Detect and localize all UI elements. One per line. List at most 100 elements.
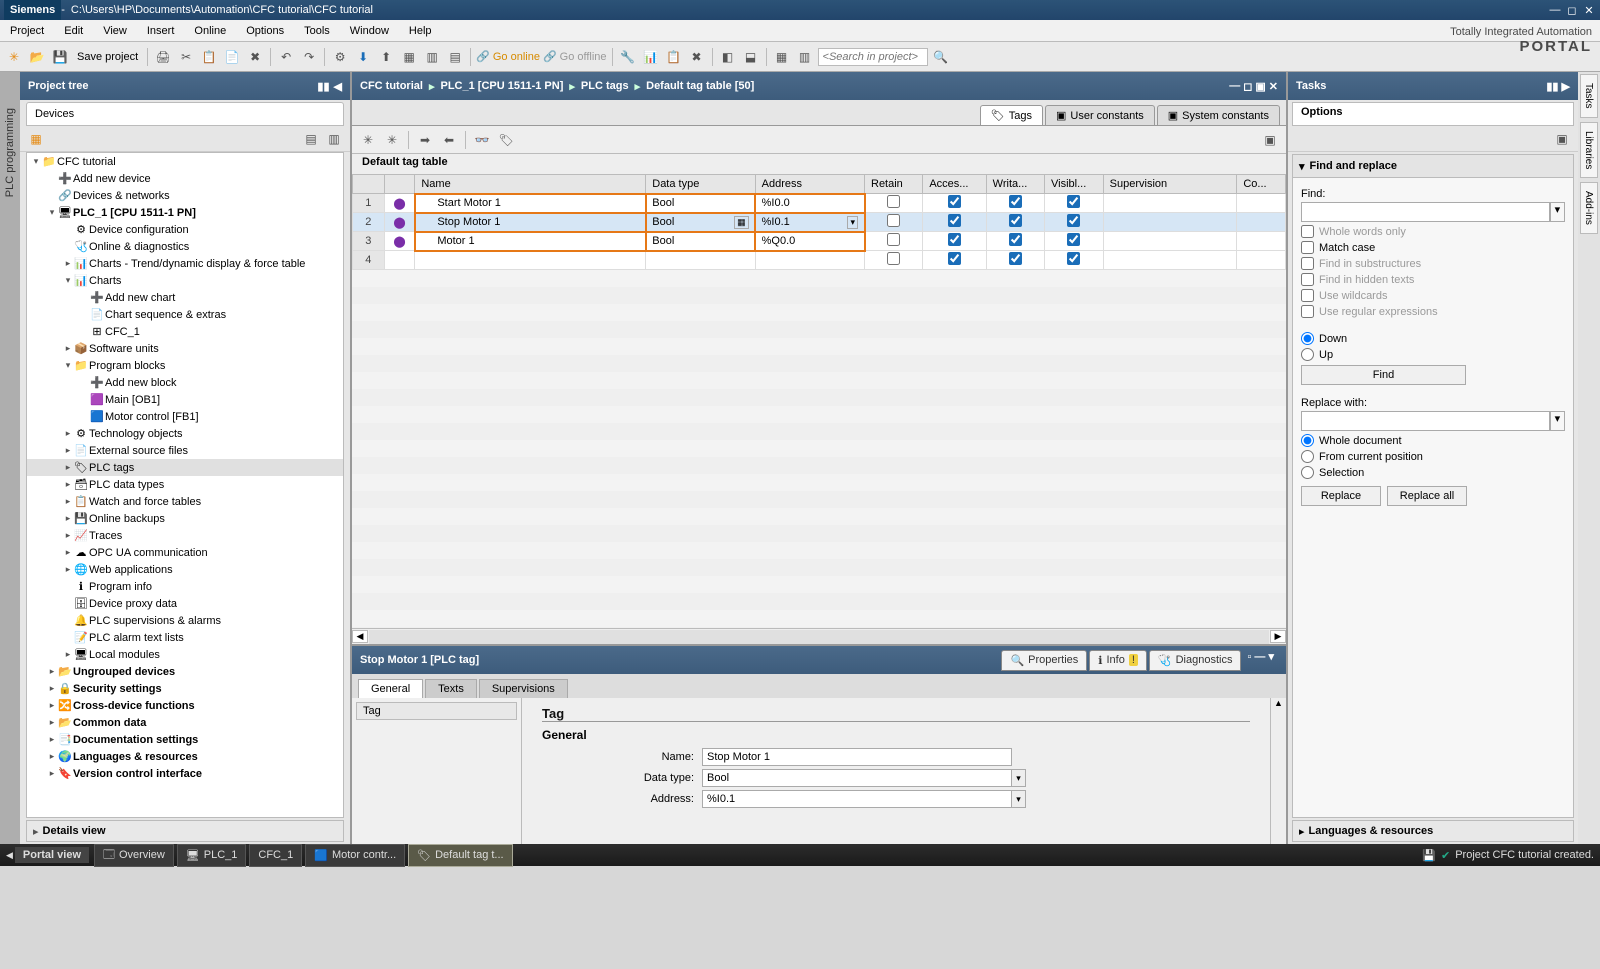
find-sub-checkbox[interactable] <box>1301 257 1314 270</box>
tree-item[interactable]: ▸⚙Technology objects <box>27 425 343 442</box>
save-icon[interactable]: 💾 <box>50 47 70 67</box>
search-project-input[interactable] <box>818 48 928 66</box>
accessible-checkbox[interactable] <box>948 233 961 246</box>
editor-tool-3-icon[interactable]: ➡ <box>415 130 435 150</box>
copy-icon[interactable]: 📋 <box>199 47 219 67</box>
find-dropdown-icon[interactable]: ▾ <box>1550 202 1565 222</box>
tab-tags[interactable]: 🏷 Tags <box>980 105 1043 125</box>
find-replace-header[interactable]: ▾Find and replace <box>1292 154 1574 178</box>
go-online-button[interactable]: 🔗 Go online <box>476 50 540 63</box>
tool-icon-1[interactable]: ▦ <box>399 47 419 67</box>
find-hidden-checkbox[interactable] <box>1301 273 1314 286</box>
tasks-pin-icon[interactable]: ▮▮ ▶ <box>1546 80 1570 93</box>
tool-icon-3[interactable]: ▤ <box>445 47 465 67</box>
editor-tool-4-icon[interactable]: ⬅ <box>439 130 459 150</box>
vtab-libraries[interactable]: Libraries <box>1580 122 1598 178</box>
taskbar-button[interactable]: 🗔Overview <box>94 844 174 867</box>
editor-max-icon[interactable]: ◻ <box>1243 80 1252 93</box>
collapse-panel-icon[interactable]: ▮▮ <box>317 80 329 93</box>
replace-dropdown-icon[interactable]: ▾ <box>1550 411 1565 431</box>
visible-checkbox[interactable] <box>1067 195 1080 208</box>
search-go-icon[interactable]: 🔍 <box>931 47 951 67</box>
tree-item[interactable]: ▸📋Watch and force tables <box>27 493 343 510</box>
tool-icon-4[interactable]: 🔧 <box>618 47 638 67</box>
editor-close-icon[interactable]: ✕ <box>1269 80 1278 93</box>
accessible-checkbox[interactable] <box>948 195 961 208</box>
undo-icon[interactable]: ↶ <box>276 47 296 67</box>
tag-table-grid[interactable]: NameData typeAddressRetainAcces...Writa.… <box>352 174 1286 270</box>
tree-item[interactable]: ▸📦Software units <box>27 340 343 357</box>
tab-properties[interactable]: 🔍 Properties <box>1001 650 1087 671</box>
field-type-input[interactable] <box>702 769 1012 787</box>
details-view-bar[interactable]: Details view <box>26 820 344 842</box>
open-project-icon[interactable]: 📂 <box>27 47 47 67</box>
menu-project[interactable]: Project <box>0 20 54 41</box>
tree-item[interactable]: ➕Add new device <box>27 170 343 187</box>
tree-item[interactable]: ⚙Device configuration <box>27 221 343 238</box>
tool-icon-5[interactable]: 📊 <box>641 47 661 67</box>
split-h-icon[interactable]: ◧ <box>718 47 738 67</box>
find-button[interactable]: Find <box>1301 365 1466 385</box>
inspector-nav[interactable]: Tag <box>352 698 522 844</box>
editor-restore-icon[interactable]: ▣ <box>1255 80 1265 93</box>
tree-item[interactable]: ▸💾Online backups <box>27 510 343 527</box>
tree-item[interactable]: ▾📁Program blocks <box>27 357 343 374</box>
writable-checkbox[interactable] <box>1009 214 1022 227</box>
writable-checkbox[interactable] <box>1009 233 1022 246</box>
tree-item[interactable]: ▸🏷PLC tags <box>27 459 343 476</box>
retain-checkbox[interactable] <box>887 195 900 208</box>
breadcrumb-segment[interactable]: PLC_1 [CPU 1511-1 PN] <box>440 80 563 92</box>
tool-icon-2[interactable]: ▥ <box>422 47 442 67</box>
menu-view[interactable]: View <box>93 20 137 41</box>
tree-item[interactable]: ▸🗃PLC data types <box>27 476 343 493</box>
tree-item[interactable]: ▸📂Ungrouped devices <box>27 663 343 680</box>
taskbar-button[interactable]: 🏷Default tag t... <box>408 844 512 867</box>
wildcards-checkbox[interactable] <box>1301 289 1314 302</box>
table-row[interactable]: 2⬤Stop Motor 1Bool ▦%I0.1 ▾ <box>353 213 1286 232</box>
tree-item[interactable]: ▸🔒Security settings <box>27 680 343 697</box>
find-input[interactable] <box>1301 202 1550 222</box>
tree-item[interactable]: ▸📊Charts - Trend/dynamic display & force… <box>27 255 343 272</box>
project-tree[interactable]: ▾📁CFC tutorial➕Add new device🔗Devices & … <box>26 152 344 818</box>
tree-tool-icon[interactable]: ▦ <box>26 129 46 149</box>
down-radio[interactable] <box>1301 332 1314 345</box>
add-new-row[interactable]: 4 <box>353 251 1286 270</box>
breadcrumb-segment[interactable]: CFC tutorial <box>360 80 423 92</box>
tree-item[interactable]: 🩺Online & diagnostics <box>27 238 343 255</box>
retain-checkbox[interactable] <box>887 214 900 227</box>
upload-icon[interactable]: ⬆ <box>376 47 396 67</box>
tree-item[interactable]: 🔔PLC supervisions & alarms <box>27 612 343 629</box>
new-project-icon[interactable]: ✳ <box>4 47 24 67</box>
menu-window[interactable]: Window <box>340 20 399 41</box>
tree-item[interactable]: ▸📂Common data <box>27 714 343 731</box>
editor-tool-6-icon[interactable]: 🏷 <box>496 130 516 150</box>
portal-view-button[interactable]: Portal view <box>15 847 89 863</box>
retain-checkbox[interactable] <box>887 233 900 246</box>
whole-doc-radio[interactable] <box>1301 434 1314 447</box>
tree-item[interactable]: 🔗Devices & networks <box>27 187 343 204</box>
up-radio[interactable] <box>1301 348 1314 361</box>
horizontal-scrollbar[interactable]: ◀ ▶ <box>352 628 1286 644</box>
paste-icon[interactable]: 📄 <box>222 47 242 67</box>
visible-checkbox[interactable] <box>1067 214 1080 227</box>
tool-icon-6[interactable]: 📋 <box>664 47 684 67</box>
breadcrumb-segment[interactable]: PLC tags <box>581 80 629 92</box>
close-icon[interactable]: ✕ <box>1582 4 1596 17</box>
menu-insert[interactable]: Insert <box>137 20 185 41</box>
editor-tool-2-icon[interactable]: ✳ <box>382 130 402 150</box>
pin-icon[interactable]: ◀ <box>334 80 342 93</box>
tree-item[interactable]: ▸🔖Version control interface <box>27 765 343 782</box>
tab-diagnostics[interactable]: 🩺 Diagnostics <box>1149 650 1242 671</box>
tree-view-icon-1[interactable]: ▤ <box>301 129 321 149</box>
delete-icon[interactable]: ✖ <box>245 47 265 67</box>
download-icon[interactable]: ⬇ <box>353 47 373 67</box>
tree-item[interactable]: ▾📊Charts <box>27 272 343 289</box>
tree-item[interactable]: ▸🌍Languages & resources <box>27 748 343 765</box>
from-pos-radio[interactable] <box>1301 450 1314 463</box>
plc-programming-tab[interactable]: PLC programming <box>4 102 16 203</box>
left-vertical-tab[interactable]: PLC programming <box>0 72 20 844</box>
regex-checkbox[interactable] <box>1301 305 1314 318</box>
tree-item[interactable]: ▸🖥Local modules <box>27 646 343 663</box>
tree-item[interactable]: ▸📄External source files <box>27 442 343 459</box>
maximize-icon[interactable]: ◻ <box>1565 4 1579 17</box>
